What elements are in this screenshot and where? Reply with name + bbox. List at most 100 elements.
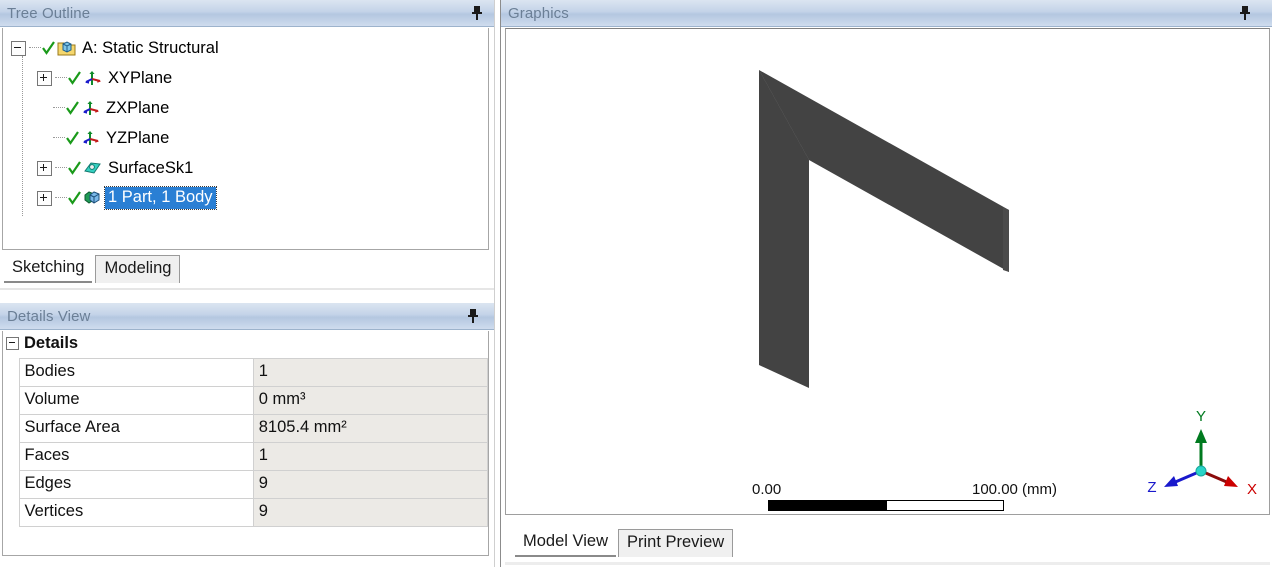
graphics-panel: Graphics 0.00 100.00 (mm) 50.00 — [501, 0, 1272, 567]
tab-modeling[interactable]: Modeling — [95, 255, 181, 283]
details-value[interactable]: 0 mm³ — [252, 386, 488, 415]
plane-axes-icon — [81, 99, 100, 117]
tree-item-surfacesk1[interactable]: SurfaceSk1 — [3, 153, 488, 183]
details-value[interactable]: 1 — [252, 442, 488, 471]
expander-minus-icon[interactable] — [6, 337, 19, 350]
scale-min-label: 0.00 — [752, 481, 782, 498]
table-row[interactable]: Bodies 1 — [3, 358, 488, 387]
details-value[interactable]: 9 — [252, 470, 488, 499]
details-key: Volume — [18, 386, 254, 415]
details-key: Vertices — [18, 498, 254, 527]
graphics-viewport[interactable]: 0.00 100.00 (mm) 50.00 Y X Z — [505, 28, 1270, 515]
pin-icon[interactable] — [466, 307, 480, 325]
axis-label-y: Y — [1196, 408, 1206, 425]
row-gutter — [3, 498, 19, 527]
check-icon — [68, 190, 81, 206]
tree-item-label: ZXPlane — [106, 98, 170, 117]
expander-plus-icon[interactable] — [37, 70, 52, 86]
tree-connector — [29, 47, 41, 49]
tree-item-xyplane[interactable]: XYPlane — [3, 63, 488, 93]
tree-item-label: XYPlane — [108, 68, 173, 87]
left-tabs-underline — [0, 288, 494, 290]
tree-outline-header: Tree Outline — [0, 0, 494, 27]
details-view-panel: Details View Details Bodies 1 Volume 0 m… — [0, 303, 494, 567]
row-gutter — [3, 386, 19, 415]
tree-item-a-static-structural[interactable]: A: Static Structural — [3, 33, 488, 63]
expander-minus-icon[interactable] — [11, 40, 26, 56]
details-view-header: Details View — [0, 303, 494, 330]
tree-outline-body[interactable]: A: Static Structural XYPlane ZXPlane YZP… — [2, 28, 489, 250]
axis-label-z: Z — [1147, 479, 1156, 496]
group-collapse-cell[interactable] — [3, 331, 19, 359]
tree-item-1-part-1-body[interactable]: 1 Part, 1 Body — [3, 183, 488, 213]
tab-model-view[interactable]: Model View — [515, 529, 616, 557]
details-group-row[interactable]: Details — [3, 331, 488, 359]
details-table: Details Bodies 1 Volume 0 mm³ Surface Ar… — [3, 331, 488, 527]
surface-feature-icon — [83, 159, 102, 177]
details-value[interactable]: 1 — [252, 358, 488, 387]
tree-connector — [53, 137, 65, 139]
plane-axes-icon — [81, 129, 100, 147]
left-dock-column: Tree Outline A: Static Structural XYPlan… — [0, 0, 494, 567]
tab-print-preview[interactable]: Print Preview — [618, 529, 734, 557]
graphics-tabs: Model View Print Preview — [515, 529, 734, 557]
tree-connector — [53, 107, 65, 109]
left-panel-tabs: Sketching Modeling — [4, 255, 181, 283]
pin-icon[interactable] — [1238, 4, 1252, 22]
table-row[interactable]: Edges 9 — [3, 470, 488, 499]
row-gutter — [3, 442, 19, 471]
tree-item-label: YZPlane — [106, 128, 170, 147]
table-row[interactable]: Faces 1 — [3, 442, 488, 471]
table-row[interactable]: Vertices 9 — [3, 498, 488, 527]
tree-outline-title: Tree Outline — [7, 4, 91, 22]
axis-triad[interactable]: Y X Z — [1136, 399, 1266, 499]
details-view-title: Details View — [7, 307, 91, 325]
part-body-icon — [83, 189, 102, 207]
check-icon — [68, 70, 81, 86]
details-key: Faces — [18, 442, 254, 471]
expander-none — [37, 102, 50, 115]
tree-item-label: A: Static Structural — [82, 38, 219, 57]
scale-mid-label: 50.00 — [859, 511, 897, 514]
details-value[interactable]: 8105.4 mm² — [252, 414, 488, 443]
tree-item-zxplane[interactable]: ZXPlane — [3, 93, 488, 123]
check-icon — [68, 160, 81, 176]
tree-item-label: SurfaceSk1 — [108, 158, 194, 177]
table-row[interactable]: Volume 0 mm³ — [3, 386, 488, 415]
tree-connector — [55, 197, 67, 199]
scale-max-label: 100.00 (mm) — [972, 481, 1058, 498]
plane-axes-icon — [83, 69, 102, 87]
details-key: Bodies — [18, 358, 254, 387]
check-icon — [66, 100, 79, 116]
pin-icon[interactable] — [470, 4, 484, 22]
row-gutter — [3, 358, 19, 387]
tree-connector — [55, 167, 67, 169]
axis-label-x: X — [1247, 481, 1257, 498]
scale-bar-filled — [768, 500, 886, 511]
tree-item-label-selected: 1 Part, 1 Body — [104, 186, 217, 210]
details-group-label: Details — [19, 331, 488, 359]
expander-none — [37, 132, 50, 145]
graphics-header: Graphics — [501, 0, 1272, 27]
details-view-body[interactable]: Details Bodies 1 Volume 0 mm³ Surface Ar… — [2, 331, 489, 556]
table-row[interactable]: Surface Area 8105.4 mm² — [3, 414, 488, 443]
tab-sketching[interactable]: Sketching — [4, 255, 93, 283]
check-icon — [42, 40, 55, 56]
project-model-icon — [57, 39, 76, 57]
vertical-splitter[interactable] — [494, 0, 501, 567]
row-gutter — [3, 470, 19, 499]
details-key: Edges — [18, 470, 254, 499]
details-value[interactable]: 9 — [252, 498, 488, 527]
scale-bar-empty — [886, 500, 1004, 511]
expander-plus-icon[interactable] — [37, 160, 52, 176]
tree-connector — [55, 77, 67, 79]
details-key: Surface Area — [18, 414, 254, 443]
check-icon — [66, 130, 79, 146]
model-edge-cap — [1003, 207, 1009, 272]
expander-plus-icon[interactable] — [37, 190, 52, 206]
tree-outline-panel: Tree Outline A: Static Structural XYPlan… — [0, 0, 494, 292]
tree-item-yzplane[interactable]: YZPlane — [3, 123, 488, 153]
graphics-title: Graphics — [508, 4, 569, 22]
triad-origin-icon — [1195, 465, 1207, 477]
row-gutter — [3, 414, 19, 443]
